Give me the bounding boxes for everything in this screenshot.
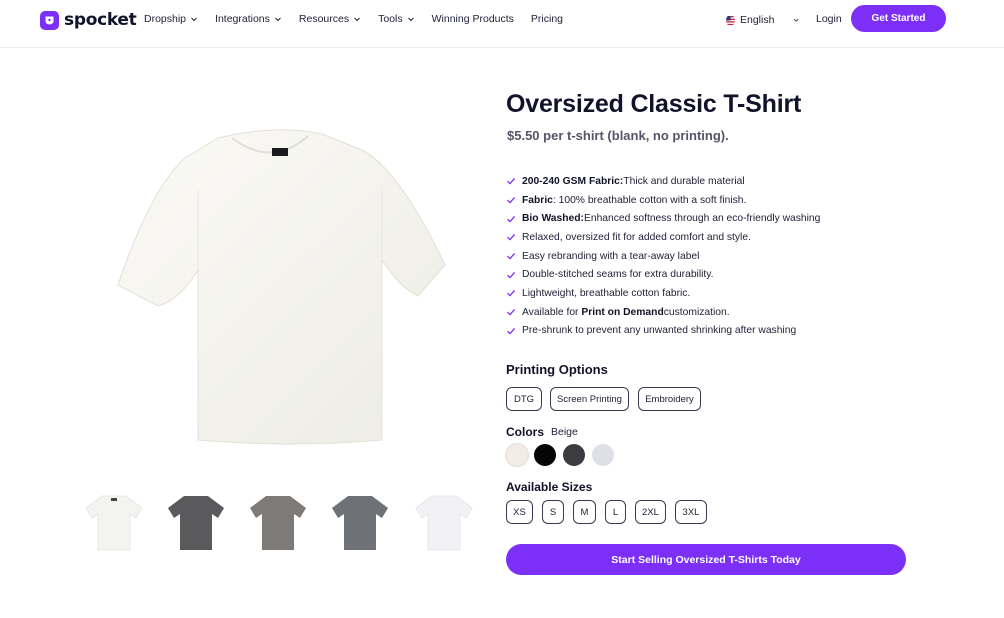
print-option-dtg[interactable]: DTG xyxy=(506,387,542,411)
chevron-down-icon xyxy=(354,17,360,22)
feature-item: Available for Print on Demand customizat… xyxy=(506,303,820,322)
product-price: $5.50 per t-shirt (blank, no printing). xyxy=(507,128,729,143)
top-nav: spocket Dropship Integrations Resources … xyxy=(0,0,1004,48)
thumbnail[interactable] xyxy=(328,490,392,554)
check-icon xyxy=(507,234,516,241)
menu-label: Tools xyxy=(378,13,403,25)
us-flag-icon xyxy=(726,15,735,25)
print-option-screen-printing[interactable]: Screen Printing xyxy=(550,387,629,411)
colors-title: Colors xyxy=(506,425,545,439)
menu-label: Resources xyxy=(298,13,350,25)
feature-item: Double-stitched seams for extra durabili… xyxy=(506,265,820,284)
product-title: Oversized Classic T-Shirt xyxy=(506,90,802,118)
menu-resources[interactable]: Resources xyxy=(299,13,361,25)
chevron-down-icon xyxy=(275,17,281,22)
color-swatch-black[interactable] xyxy=(534,444,556,466)
color-swatch-charcoal[interactable] xyxy=(563,444,585,466)
thumbnail[interactable] xyxy=(164,490,228,554)
menu-label: Integrations xyxy=(215,13,270,25)
start-selling-button[interactable]: Start Selling Oversized T-Shirts Today xyxy=(506,544,906,575)
selected-color-label: Beige xyxy=(551,426,578,438)
feature-item: Lightweight, breathable cotton fabric. xyxy=(506,284,820,303)
size-s[interactable]: S xyxy=(542,500,564,524)
check-icon xyxy=(507,290,516,298)
feature-item: Bio Washed: Enhanced softness through an… xyxy=(506,209,820,228)
menu-tools[interactable]: Tools xyxy=(378,13,415,25)
menu-label: Winning Products xyxy=(431,13,514,25)
check-icon xyxy=(507,253,516,260)
get-started-button[interactable]: Get Started xyxy=(851,5,946,32)
feature-item: Relaxed, oversized fit for added comfort… xyxy=(506,228,820,247)
size-l[interactable]: L xyxy=(605,500,626,524)
color-swatch-light-gray[interactable] xyxy=(592,444,614,466)
check-icon xyxy=(507,271,516,279)
thumbnail[interactable] xyxy=(412,490,476,554)
size-2xl[interactable]: 2XL xyxy=(635,500,666,524)
thumbnail[interactable] xyxy=(82,490,146,554)
size-xs[interactable]: XS xyxy=(506,500,533,524)
feature-item: 200-240 GSM Fabric: Thick and durable ma… xyxy=(506,172,820,191)
thumbnail-strip xyxy=(80,490,480,555)
printing-options-title: Printing Options xyxy=(506,362,608,377)
feature-item: Fabric: 100% breathable cotton with a so… xyxy=(506,191,820,210)
language-selector[interactable]: English xyxy=(722,9,800,31)
login-link[interactable]: Login xyxy=(816,13,842,25)
menu-dropship[interactable]: Dropship xyxy=(144,13,198,25)
sizes-title: Available Sizes xyxy=(506,480,593,494)
spocket-logo-icon xyxy=(40,10,59,30)
print-option-embroidery[interactable]: Embroidery xyxy=(638,387,701,411)
main-menu: Dropship Integrations Resources Tools Wi… xyxy=(144,13,563,25)
menu-integrations[interactable]: Integrations xyxy=(215,13,282,25)
chevron-down-icon xyxy=(794,18,800,22)
menu-pricing[interactable]: Pricing xyxy=(531,13,563,25)
check-icon xyxy=(507,215,516,223)
check-icon xyxy=(507,309,516,316)
product-image xyxy=(117,129,446,445)
brand-logo[interactable]: spocket xyxy=(40,10,137,30)
size-3xl[interactable]: 3XL xyxy=(675,500,707,524)
chevron-down-icon xyxy=(407,17,414,22)
feature-item: Easy rebranding with a tear-away label xyxy=(506,247,820,266)
menu-label: Pricing xyxy=(530,13,564,25)
size-m[interactable]: M xyxy=(573,500,596,524)
thumbnail[interactable] xyxy=(246,490,310,554)
menu-label: Dropship xyxy=(144,13,187,25)
feature-list: 200-240 GSM Fabric: Thick and durable ma… xyxy=(506,172,820,340)
check-icon xyxy=(507,327,516,335)
menu-winning-products[interactable]: Winning Products xyxy=(432,13,514,25)
brand-name: spocket xyxy=(64,10,137,30)
check-icon xyxy=(507,178,516,185)
check-icon xyxy=(507,197,516,204)
color-swatch-beige[interactable] xyxy=(506,444,528,466)
feature-item: Pre-shrunk to prevent any unwanted shrin… xyxy=(506,322,820,341)
language-label: English xyxy=(740,14,775,26)
chevron-down-icon xyxy=(191,17,197,22)
